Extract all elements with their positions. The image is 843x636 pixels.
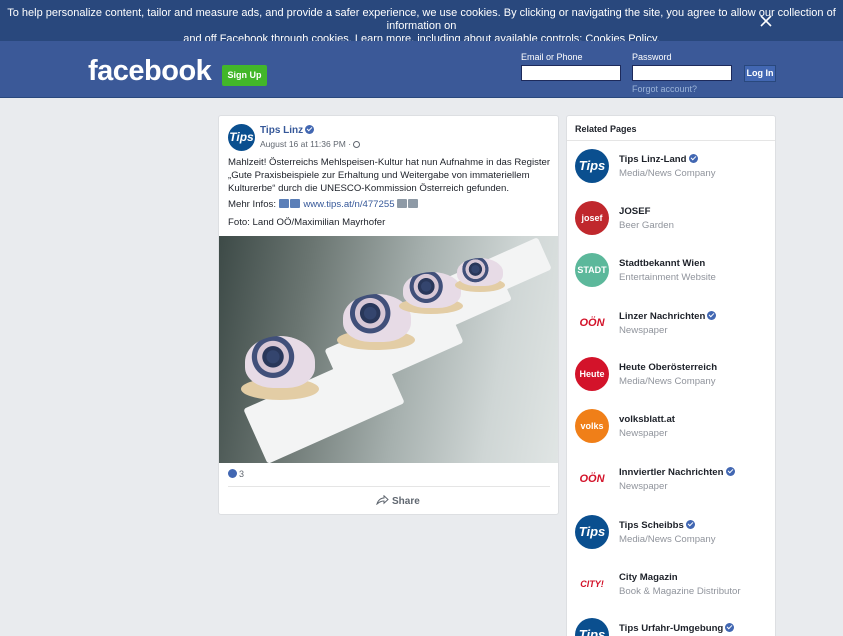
arrow-right-icon: [289, 199, 300, 208]
related-page-name[interactable]: City Magazin: [619, 572, 678, 583]
post-card: Tips Tips Linz August 16 at 11:36 PM · M…: [218, 115, 559, 515]
globe-icon: [353, 141, 361, 148]
log-in-button[interactable]: Log In: [744, 65, 776, 82]
related-page-name[interactable]: Tips Urfahr-Umgebung: [619, 623, 735, 634]
related-page-item[interactable]: CITY! City Magazin Book & Magazine Distrib…: [575, 567, 775, 611]
more-info-label: Mehr Infos:: [228, 199, 279, 210]
cookie-banner: To help personalize content, tailor and …: [0, 0, 843, 45]
related-page-name[interactable]: Tips Scheibbs: [619, 520, 695, 531]
blueberry-tart: [403, 272, 461, 308]
related-page-name-text[interactable]: Linzer Nachrichten: [619, 311, 705, 322]
verified-badge-icon: [688, 154, 698, 163]
page-avatar[interactable]: Tips: [575, 618, 609, 636]
related-page-name-text[interactable]: volksblatt.at: [619, 414, 675, 425]
blueberry-tart: [343, 294, 411, 342]
post-timestamp[interactable]: August 16 at 11:36 PM ·: [260, 139, 361, 149]
related-page-category: Beer Garden: [619, 220, 674, 231]
arrow-right-icon: [278, 199, 289, 208]
related-page-name[interactable]: Heute Oberösterreich: [619, 362, 717, 373]
related-page-category: Media/News Company: [619, 376, 716, 387]
post-photo[interactable]: [219, 236, 558, 463]
top-nav-bar: facebook Sign Up Email or Phone Password…: [0, 41, 843, 98]
password-label: Password: [632, 52, 672, 62]
share-icon: [376, 494, 389, 506]
close-icon[interactable]: [759, 14, 773, 28]
related-page-item[interactable]: volks volksblatt.at Newspaper: [575, 409, 775, 453]
post-author[interactable]: Tips Linz: [260, 125, 315, 136]
email-field[interactable]: [521, 65, 621, 81]
related-page-name-text[interactable]: JOSEF: [619, 206, 650, 217]
related-page-category: Media/News Company: [619, 168, 716, 179]
page-avatar[interactable]: volks: [575, 409, 609, 443]
blueberry-tart: [457, 258, 503, 286]
share-button[interactable]: Share: [376, 494, 420, 507]
verified-badge-icon: [725, 467, 735, 476]
verified-badge-icon: [725, 623, 735, 632]
related-page-item[interactable]: TipsTips Urfahr-UmgebungMedia/News Compa…: [575, 618, 775, 636]
post-more-info: Mehr Infos: www.tips.at/n/477255: [228, 199, 419, 210]
cookie-text-line1: To help personalize content, tailor and …: [7, 7, 836, 32]
related-page-item[interactable]: josef JOSEF Beer Garden: [575, 201, 775, 245]
blueberry-tart: [245, 336, 315, 388]
verified-badge-icon: [685, 520, 695, 529]
related-page-name[interactable]: Innviertler Nachrichten: [619, 467, 735, 478]
related-page-category: Book & Magazine Distributor: [619, 586, 741, 597]
reaction-count: 3: [239, 469, 245, 479]
verified-badge-icon: [707, 311, 717, 320]
related-page-name[interactable]: volksblatt.at: [619, 414, 675, 425]
page-avatar[interactable]: OÖN: [575, 306, 609, 340]
verified-badge-icon: [305, 125, 315, 134]
related-page-name[interactable]: Tips Linz-Land: [619, 154, 698, 165]
divider: [567, 140, 775, 141]
arrow-left-icon: [408, 199, 419, 208]
post-text: Mahlzeit! Österreichs Mehlspeisen-Kultur…: [228, 157, 551, 194]
page-avatar[interactable]: Heute: [575, 357, 609, 391]
related-page-name-text[interactable]: Tips Scheibbs: [619, 520, 684, 531]
related-page-name[interactable]: Stadtbekannt Wien: [619, 258, 705, 269]
arrow-left-icon: [397, 199, 408, 208]
related-page-name-text[interactable]: Tips Linz-Land: [619, 154, 687, 165]
page-avatar[interactable]: CITY!: [575, 567, 609, 601]
password-field[interactable]: [632, 65, 732, 81]
sign-up-button[interactable]: Sign Up: [222, 65, 267, 86]
related-page-item[interactable]: OÖN Linzer Nachrichten Newspaper: [575, 306, 775, 350]
forgot-account-link[interactable]: Forgot account?: [632, 84, 697, 94]
email-label: Email or Phone: [521, 52, 583, 62]
related-page-name-text[interactable]: Tips Urfahr-Umgebung: [619, 623, 723, 634]
related-page-name-text[interactable]: Innviertler Nachrichten: [619, 467, 724, 478]
related-page-item[interactable]: Heute Heute Oberösterreich Media/News Comp…: [575, 357, 775, 401]
related-page-name-text[interactable]: City Magazin: [619, 572, 678, 583]
related-page-category: Entertainment Website: [619, 272, 716, 283]
related-page-item[interactable]: Tips Tips Scheibbs Media/News Company: [575, 515, 775, 559]
more-info-link[interactable]: www.tips.at/n/477255: [303, 199, 394, 210]
photo-credit: Foto: Land OÖ/Maximilian Mayrhofer: [228, 217, 386, 228]
like-icon: [228, 469, 237, 478]
related-page-name[interactable]: Linzer Nachrichten: [619, 311, 717, 322]
related-page-category: Newspaper: [619, 481, 668, 492]
related-pages-heading: Related Pages: [575, 124, 637, 134]
page-avatar[interactable]: Tips: [575, 515, 609, 549]
related-page-item[interactable]: OÖN Innviertler Nachrichten Newspaper: [575, 462, 775, 506]
related-pages-panel: Related Pages Tips Tips Linz-Land Media/Ne…: [566, 115, 776, 636]
divider: [228, 486, 550, 487]
post-date[interactable]: August 16 at 11:36 PM ·: [260, 139, 353, 149]
avatar[interactable]: Tips: [228, 124, 255, 151]
related-page-category: Media/News Company: [619, 534, 716, 545]
related-page-item[interactable]: STADT Stadtbekannt Wien Entertainment Webs…: [575, 253, 775, 297]
facebook-logo[interactable]: facebook: [88, 55, 212, 88]
related-page-item[interactable]: Tips Tips Linz-Land Media/News Company: [575, 149, 775, 193]
related-page-name-text[interactable]: Heute Oberösterreich: [619, 362, 717, 373]
reactions[interactable]: 3: [228, 469, 244, 479]
related-page-category: Newspaper: [619, 325, 668, 336]
page-avatar[interactable]: Tips: [575, 149, 609, 183]
post-author-name[interactable]: Tips Linz: [260, 125, 303, 136]
share-label: Share: [392, 496, 420, 507]
page-avatar[interactable]: OÖN: [575, 462, 609, 496]
page-avatar[interactable]: STADT: [575, 253, 609, 287]
related-page-name-text[interactable]: Stadtbekannt Wien: [619, 258, 705, 269]
related-page-category: Newspaper: [619, 428, 668, 439]
related-page-name[interactable]: JOSEF: [619, 206, 650, 217]
page-avatar[interactable]: josef: [575, 201, 609, 235]
